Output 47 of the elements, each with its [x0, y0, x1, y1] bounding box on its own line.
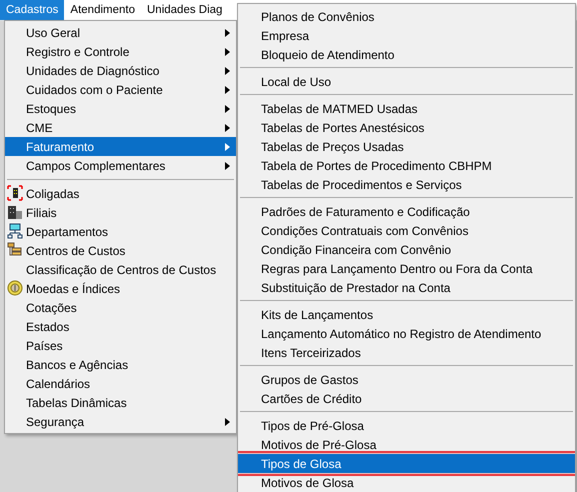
menu-item[interactable]: Kits de Lançamentos [238, 305, 575, 324]
menu-item[interactable]: CME [5, 118, 236, 137]
menu-bar-item[interactable]: Atendimento [64, 0, 141, 20]
menu-item[interactable]: Tipos de Pré-Glosa [238, 416, 575, 435]
menu-item[interactable]: Bancos e Agências [5, 355, 236, 374]
menu-item[interactable]: Cuidados com o Paciente [5, 80, 236, 99]
menu-item[interactable]: Classificação de Centros de Custos [5, 260, 236, 279]
menu-item[interactable]: Tabela de Portes de Procedimento CBHPM [238, 156, 575, 175]
menu-item[interactable]: Coligadas [5, 184, 236, 203]
menu-item[interactable]: Filiais [5, 203, 236, 222]
menu-item[interactable]: Tipos de Glosa [238, 454, 575, 473]
menu-item[interactable]: Estados [5, 317, 236, 336]
menu-bar-item[interactable]: Cadastros [0, 0, 64, 20]
menu-item[interactable]: Substituição de Prestador na Conta [238, 278, 575, 297]
menu-item[interactable]: Condição Financeira com Convênio [238, 240, 575, 259]
menu-item[interactable]: Tabelas Dinâmicas [5, 393, 236, 412]
menu-item[interactable]: Condições Contratuais com Convênios [238, 221, 575, 240]
menu-item[interactable]: Local de Uso [238, 72, 575, 91]
menu-item[interactable]: Itens Terceirizados [238, 343, 575, 362]
menu-item[interactable]: Unidades de Diagnóstico [5, 61, 236, 80]
menu-item[interactable]: Segurança [5, 412, 236, 431]
menu-item[interactable]: Grupos de Gastos [238, 370, 575, 389]
menu-item[interactable]: Calendários [5, 374, 236, 393]
menu-item[interactable]: Cartões de Crédito [238, 389, 575, 408]
menu-item[interactable]: Países [5, 336, 236, 355]
menu-item[interactable]: Tabelas de Preços Usadas [238, 137, 575, 156]
menu-item[interactable]: Registro e Controle [5, 42, 236, 61]
menu-item[interactable]: Padrões de Faturamento e Codificação [238, 202, 575, 221]
menu-item[interactable]: Departamentos [5, 222, 236, 241]
menu-item[interactable]: Empresa [238, 26, 575, 45]
menu-item[interactable]: Tabelas de MATMED Usadas [238, 99, 575, 118]
menu-item[interactable]: Estoques [5, 99, 236, 118]
menu-item[interactable]: Faturamento [5, 137, 236, 156]
menu-item[interactable]: Uso Geral [5, 23, 236, 42]
menu-item[interactable]: Tabelas de Procedimentos e Serviços [238, 175, 575, 194]
menu-item[interactable]: Bloqueio de Atendimento [238, 45, 575, 64]
menu-item[interactable]: Cotações [5, 298, 236, 317]
menu-item[interactable]: Motivos de Glosa [238, 473, 575, 492]
menu-item[interactable]: Moedas e Índices [5, 279, 236, 298]
menu-item[interactable]: Centros de Custos [5, 241, 236, 260]
menu-item[interactable]: Regras para Lançamento Dentro ou Fora da Conta [238, 259, 575, 278]
menu-item[interactable]: Motivos de Pré-Glosa [238, 435, 575, 454]
menu-bar-item[interactable]: Unidades Diag [141, 0, 222, 20]
menu-item[interactable]: Lançamento Automático no Registro de Atendimento [238, 324, 575, 343]
menu-item[interactable]: Campos Complementares [5, 156, 236, 175]
menu-item[interactable]: Tabelas de Portes Anestésicos [238, 118, 575, 137]
menu-item[interactable]: Planos de Convênios [238, 7, 575, 26]
